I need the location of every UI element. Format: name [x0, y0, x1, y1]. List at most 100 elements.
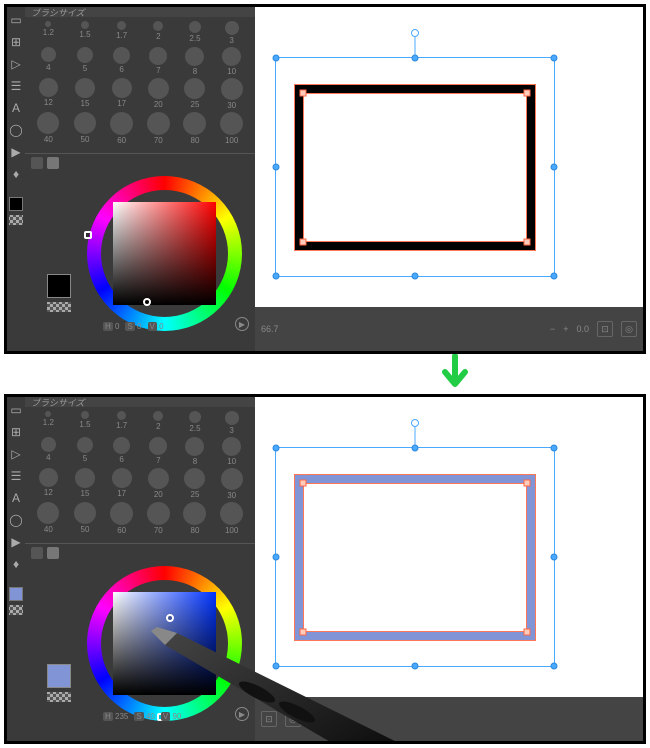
grid-tool-icon[interactable]: ⊞: [9, 35, 23, 49]
play-icon[interactable]: ▶: [235, 707, 249, 721]
brush-preset[interactable]: 60: [106, 112, 137, 145]
table-tool-icon[interactable]: ☰: [9, 469, 23, 483]
brush-preset[interactable]: 6: [106, 437, 137, 466]
text-tool-icon[interactable]: A: [9, 101, 23, 115]
sv-box[interactable]: [113, 202, 216, 305]
resize-handle[interactable]: [273, 554, 280, 561]
brush-preset[interactable]: 4: [33, 437, 64, 466]
brush-preset[interactable]: 5: [70, 47, 101, 76]
poly-tool-icon[interactable]: ▷: [9, 447, 23, 461]
brush-preset[interactable]: 4: [33, 47, 64, 76]
brush-preset[interactable]: 100: [216, 112, 247, 145]
resize-handle[interactable]: [412, 55, 419, 62]
resize-handle[interactable]: [273, 164, 280, 171]
shape-corner-handle[interactable]: [524, 90, 531, 97]
stop-icon[interactable]: [47, 547, 59, 559]
brush-preset[interactable]: 50: [70, 112, 101, 145]
rectangle-shape[interactable]: [295, 85, 535, 250]
brush-preset[interactable]: 3: [216, 411, 247, 435]
lasso-tool-icon[interactable]: ◯: [9, 513, 23, 527]
plus-icon[interactable]: +: [563, 324, 568, 334]
brush-preset[interactable]: 17: [106, 78, 137, 110]
brush-preset[interactable]: 10: [216, 437, 247, 466]
shape-corner-handle[interactable]: [524, 480, 531, 487]
resize-handle[interactable]: [551, 164, 558, 171]
sv-handle[interactable]: [166, 614, 174, 622]
brush-preset[interactable]: 8: [180, 47, 211, 76]
brush-preset[interactable]: 30: [216, 78, 247, 110]
flame-tool-icon[interactable]: ♦: [9, 557, 23, 571]
rotation-pivot[interactable]: [411, 419, 419, 427]
brush-preset[interactable]: 15: [70, 78, 101, 110]
brush-preset[interactable]: 1.2: [33, 411, 64, 435]
resize-handle[interactable]: [412, 663, 419, 670]
lasso-tool-icon[interactable]: ◯: [9, 123, 23, 137]
brush-preset[interactable]: 60: [106, 502, 137, 535]
brush-preset[interactable]: 1.7: [106, 411, 137, 435]
resize-handle[interactable]: [551, 445, 558, 452]
grid-tool-icon[interactable]: ⊞: [9, 425, 23, 439]
brush-preset[interactable]: 3: [216, 21, 247, 45]
transparent-toggle[interactable]: [47, 302, 71, 312]
sv-handle[interactable]: [143, 298, 151, 306]
foreground-swatch[interactable]: [9, 587, 23, 601]
resize-handle[interactable]: [273, 663, 280, 670]
resize-handle[interactable]: [551, 554, 558, 561]
brush-preset[interactable]: 2.5: [180, 411, 211, 435]
resize-handle[interactable]: [273, 445, 280, 452]
resize-handle[interactable]: [551, 55, 558, 62]
brush-preset[interactable]: 12: [33, 468, 64, 500]
brush-preset[interactable]: 20: [143, 78, 174, 110]
brush-preset[interactable]: 10: [216, 47, 247, 76]
shape-corner-handle[interactable]: [524, 239, 531, 246]
brush-preset[interactable]: 6: [106, 47, 137, 76]
brush-preset[interactable]: 7: [143, 47, 174, 76]
minus-icon[interactable]: −: [550, 324, 555, 334]
selected-color-swatch[interactable]: [47, 274, 71, 298]
brush-preset[interactable]: 2: [143, 411, 174, 435]
rect-tool-icon[interactable]: ▭: [9, 403, 23, 417]
stop-icon[interactable]: [47, 157, 59, 169]
brush-preset[interactable]: 2: [143, 21, 174, 45]
brush-preset[interactable]: 12: [33, 78, 64, 110]
shape-corner-handle[interactable]: [300, 629, 307, 636]
resize-handle[interactable]: [273, 273, 280, 280]
resize-handle[interactable]: [551, 663, 558, 670]
brush-preset[interactable]: 25: [180, 78, 211, 110]
resize-handle[interactable]: [551, 273, 558, 280]
center-icon[interactable]: ◎: [285, 711, 301, 727]
brush-preset[interactable]: 2.5: [180, 21, 211, 45]
brush-preset[interactable]: 1.5: [70, 411, 101, 435]
hue-handle[interactable]: [84, 231, 92, 239]
foreground-swatch[interactable]: [9, 197, 23, 211]
brush-preset[interactable]: 20: [143, 468, 174, 500]
transparent-swatch[interactable]: [9, 215, 23, 225]
text-tool-icon[interactable]: A: [9, 491, 23, 505]
table-tool-icon[interactable]: ☰: [9, 79, 23, 93]
brush-preset[interactable]: 40: [33, 502, 64, 535]
flame-tool-icon[interactable]: ♦: [9, 167, 23, 181]
brush-preset[interactable]: 70: [143, 112, 174, 145]
shape-corner-handle[interactable]: [300, 239, 307, 246]
transparent-toggle[interactable]: [47, 692, 71, 702]
brush-preset[interactable]: 8: [180, 437, 211, 466]
menu-icon[interactable]: [31, 157, 43, 169]
brush-preset[interactable]: 5: [70, 437, 101, 466]
brush-preset[interactable]: 7: [143, 437, 174, 466]
brush-preset[interactable]: 1.7: [106, 21, 137, 45]
transparent-swatch[interactable]: [9, 605, 23, 615]
grid-toggle-icon[interactable]: ⊡: [597, 321, 613, 337]
brush-preset[interactable]: 100: [216, 502, 247, 535]
shape-corner-handle[interactable]: [300, 90, 307, 97]
brush-preset[interactable]: 70: [143, 502, 174, 535]
brush-preset[interactable]: 40: [33, 112, 64, 145]
rectangle-shape[interactable]: [295, 475, 535, 640]
brush-preset[interactable]: 15: [70, 468, 101, 500]
brush-preset[interactable]: 50: [70, 502, 101, 535]
color-wheel[interactable]: [87, 176, 242, 331]
select-tool-icon[interactable]: ▶: [9, 535, 23, 549]
color-wheel[interactable]: [87, 566, 242, 721]
brush-preset[interactable]: 80: [180, 112, 211, 145]
brush-preset[interactable]: 17: [106, 468, 137, 500]
resize-handle[interactable]: [412, 445, 419, 452]
